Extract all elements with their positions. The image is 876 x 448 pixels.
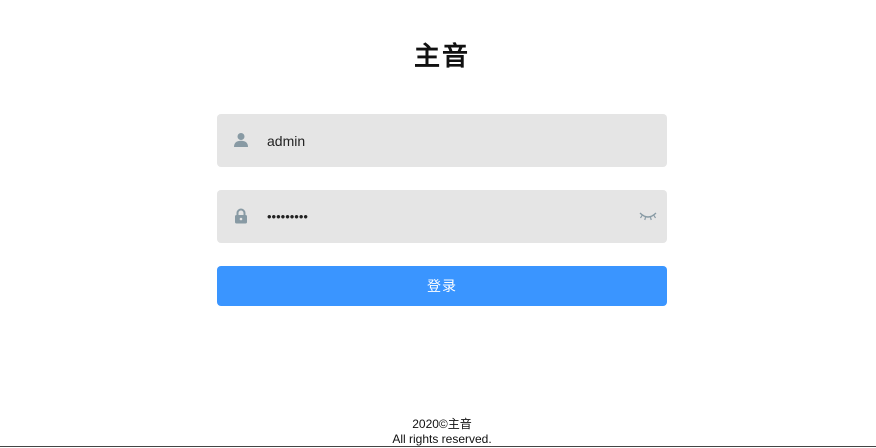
footer-rights: All rights reserved. [392,432,492,446]
login-page: 主音 登录 2020©主音 All rights reserved. [0,0,876,448]
username-field[interactable] [217,114,667,167]
password-input[interactable] [267,190,627,243]
bottom-divider [0,446,876,447]
username-input[interactable] [267,114,627,167]
user-icon [234,133,248,147]
password-field[interactable] [217,190,667,243]
eye-closed-icon[interactable] [639,209,657,223]
page-title: 主音 [413,42,470,72]
lock-icon [235,208,247,224]
footer: 2020©主音 All rights reserved. [0,417,876,447]
login-button[interactable]: 登录 [217,266,667,306]
footer-copyright: 2020©主音 [412,417,472,431]
